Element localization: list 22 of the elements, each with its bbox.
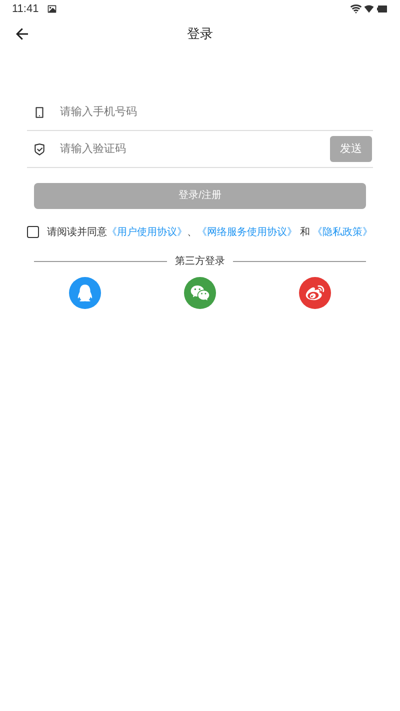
wifi-icon bbox=[350, 3, 362, 15]
phone-icon bbox=[33, 106, 46, 118]
chat-bubbles-icon bbox=[190, 282, 210, 302]
agreement-link[interactable]: 《网络服务使用协议》 bbox=[197, 226, 297, 238]
section-title: 第三方登录 bbox=[175, 254, 225, 268]
checkbox[interactable] bbox=[27, 226, 39, 238]
input-field[interactable]: 请输入手机号码 bbox=[60, 104, 373, 120]
agreement-link[interactable]: 《用户使用协议》 bbox=[107, 226, 187, 238]
page-title: 登录 bbox=[187, 25, 213, 44]
eye-logo-icon bbox=[305, 282, 326, 302]
input-field[interactable]: 请输入验证码 bbox=[60, 140, 330, 158]
qq-login-button[interactable] bbox=[68, 276, 101, 308]
agreement-text: 请阅读并同意《用户使用协议》、《网络服务使用协议》 和 《隐私政策》 bbox=[47, 226, 373, 240]
agreement-link[interactable]: 《隐私政策》 bbox=[312, 226, 373, 238]
weibo-login-button[interactable] bbox=[299, 276, 332, 308]
notification-icon bbox=[46, 4, 57, 14]
send-button[interactable]: 发送 bbox=[330, 136, 372, 162]
wechat-login-button[interactable] bbox=[184, 276, 216, 308]
signal-icon bbox=[364, 4, 374, 14]
battery-icon bbox=[376, 3, 388, 15]
status-time: 11:41 bbox=[12, 2, 39, 17]
shield-check-icon bbox=[33, 142, 46, 156]
